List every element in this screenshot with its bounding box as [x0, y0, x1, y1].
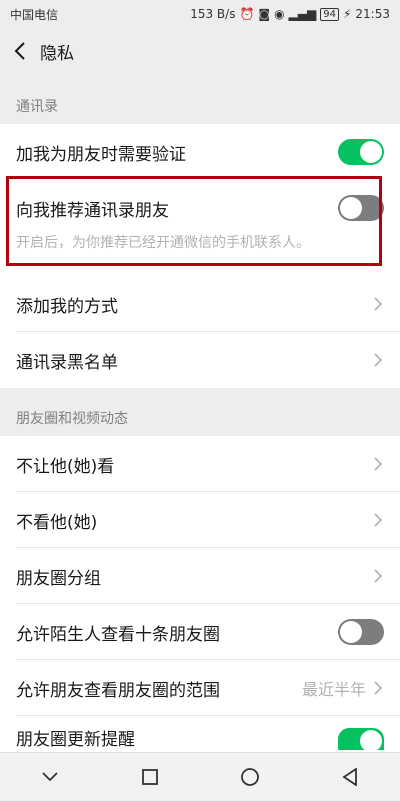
row-label: 向我推荐通讯录朋友 [16, 200, 169, 221]
row-add-methods[interactable]: 添加我的方式 [0, 276, 400, 332]
charging-icon: ⚡ [342, 7, 352, 21]
network-speed: 153 B/s [190, 7, 236, 21]
section-header-contacts: 通讯录 [16, 99, 58, 115]
chevron-right-icon [374, 513, 383, 527]
row-dont-see[interactable]: 不看他(她) [0, 492, 400, 548]
update-reminder-toggle[interactable] [338, 728, 384, 752]
row-recommend-contacts[interactable]: 向我推荐通讯录朋友 开启后，为你推荐已经开通微信的手机联系人。 [0, 176, 400, 276]
chevron-right-icon [374, 297, 383, 311]
system-nav-bar [0, 752, 400, 800]
chevron-right-icon [374, 353, 383, 367]
status-bar: 中国电信 153 B/s ⏰ ◙ ◉ ▂▄▆ 94 ⚡ 21:53 [0, 0, 400, 28]
nav-home-button[interactable] [220, 753, 280, 801]
row-update-reminder[interactable]: 朋友圈更新提醒 [0, 716, 400, 752]
toggle-knob [340, 197, 362, 219]
row-blacklist[interactable]: 通讯录黑名单 [0, 332, 400, 388]
chevron-right-icon [374, 681, 383, 695]
back-button[interactable] [0, 28, 40, 74]
range-value: 最近半年 [301, 680, 366, 699]
toggle-knob [340, 621, 362, 643]
status-icons: 153 B/s ⏰ ◙ ◉ ▂▄▆ 94 ⚡ 21:53 [190, 7, 390, 21]
row-label: 不让他(她)看 [16, 456, 115, 477]
row-label: 朋友圈分组 [16, 568, 101, 589]
recommend-description: 开启后，为你推荐已经开通微信的手机联系人。 [16, 235, 310, 251]
row-label: 加我为朋友时需要验证 [16, 144, 186, 165]
chevron-right-icon [374, 457, 383, 471]
section-header-moments: 朋友圈和视频动态 [16, 411, 128, 427]
row-verify-friend[interactable]: 加我为朋友时需要验证 [0, 124, 400, 180]
row-label: 允许朋友查看朋友圈的范围 [16, 680, 220, 701]
signal-icon: ▂▄▆ [288, 7, 317, 21]
verify-toggle[interactable] [338, 139, 384, 165]
toggle-knob [360, 730, 382, 752]
row-label: 允许陌生人查看十条朋友圈 [16, 624, 220, 645]
nav-back-button[interactable] [320, 753, 380, 801]
row-view-range[interactable]: 允许朋友查看朋友圈的范围 最近半年 [0, 660, 400, 716]
strangers-toggle[interactable] [338, 619, 384, 645]
eye-icon: ◉ [274, 7, 285, 21]
square-icon [142, 768, 158, 785]
nav-recents-button[interactable] [120, 753, 180, 801]
recommend-row-main: 向我推荐通讯录朋友 [0, 176, 400, 240]
carrier-label: 中国电信 [10, 7, 59, 22]
nav-bar: 隐私 [0, 28, 400, 74]
clock: 21:53 [355, 7, 390, 21]
chevron-left-icon [14, 42, 25, 60]
nav-hide-button[interactable] [20, 753, 80, 801]
row-label: 添加我的方式 [16, 296, 118, 317]
chevron-right-icon [374, 569, 383, 583]
circle-icon [241, 767, 259, 786]
recommend-toggle[interactable] [338, 195, 384, 221]
row-right: 最近半年 [302, 676, 384, 700]
row-strangers-view[interactable]: 允许陌生人查看十条朋友圈 [0, 604, 400, 660]
row-hide-from[interactable]: 不让他(她)看 [0, 436, 400, 492]
row-moment-groups[interactable]: 朋友圈分组 [0, 548, 400, 604]
chevron-down-icon [42, 771, 58, 781]
page-title: 隐私 [40, 43, 74, 64]
triangle-back-icon [342, 767, 357, 786]
hd-icon: ◙ [258, 7, 271, 21]
row-label: 不看他(她) [16, 512, 98, 533]
row-label: 朋友圈更新提醒 [16, 730, 135, 750]
alarm-icon: ⏰ [239, 7, 255, 21]
battery-icon: 94 [320, 7, 339, 21]
toggle-knob [360, 141, 382, 163]
row-label: 通讯录黑名单 [16, 352, 118, 373]
